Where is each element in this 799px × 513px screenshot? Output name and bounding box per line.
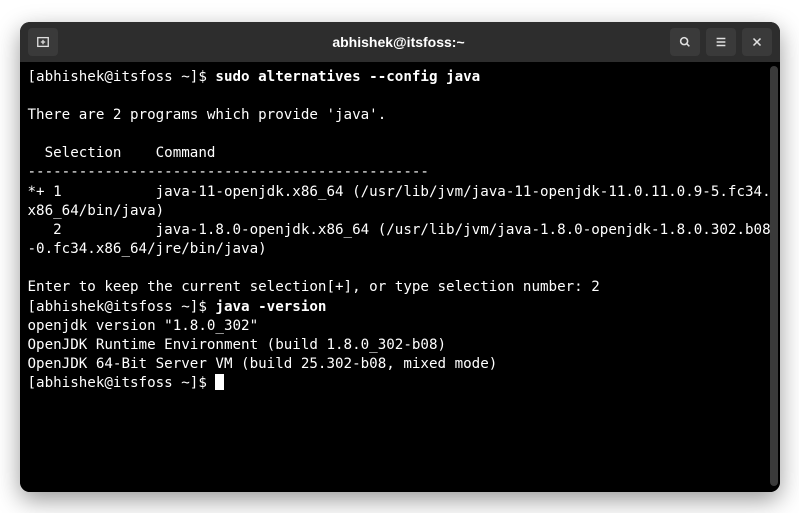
prompt: [abhishek@itsfoss ~]$ xyxy=(28,299,216,315)
output-line: openjdk version "1.8.0_302" xyxy=(28,318,259,334)
close-button[interactable] xyxy=(742,28,772,56)
output-line: OpenJDK Runtime Environment (build 1.8.0… xyxy=(28,337,447,353)
titlebar: abhishek@itsfoss:~ xyxy=(20,22,780,62)
terminal-body[interactable]: [abhishek@itsfoss ~]$ sudo alternatives … xyxy=(20,62,780,492)
close-icon xyxy=(750,35,764,49)
cursor xyxy=(215,374,224,390)
output-line: ----------------------------------------… xyxy=(28,164,429,180)
titlebar-left xyxy=(28,28,128,56)
titlebar-right xyxy=(670,28,772,56)
scrollbar[interactable] xyxy=(770,66,778,486)
new-tab-button[interactable] xyxy=(28,28,58,56)
search-button[interactable] xyxy=(670,28,700,56)
window-title: abhishek@itsfoss:~ xyxy=(128,34,670,50)
search-icon xyxy=(678,35,692,49)
output-line: OpenJDK 64-Bit Server VM (build 25.302-b… xyxy=(28,356,498,372)
menu-button[interactable] xyxy=(706,28,736,56)
command-text: java -version xyxy=(215,299,326,315)
prompt: [abhishek@itsfoss ~]$ xyxy=(28,69,216,85)
output-line: *+ 1 java-11-openjdk.x86_64 (/usr/lib/jv… xyxy=(28,184,771,219)
new-tab-icon xyxy=(36,35,50,49)
output-line: Selection Command xyxy=(28,145,216,161)
hamburger-icon xyxy=(714,35,728,49)
terminal-window: abhishek@itsfoss:~ xyxy=(20,22,780,492)
output-line: 2 java-1.8.0-openjdk.x86_64 (/usr/lib/jv… xyxy=(28,222,771,257)
command-text: sudo alternatives --config java xyxy=(215,69,480,85)
prompt: [abhishek@itsfoss ~]$ xyxy=(28,375,216,391)
output-line: Enter to keep the current selection[+], … xyxy=(28,279,600,295)
output-line: There are 2 programs which provide 'java… xyxy=(28,107,387,123)
